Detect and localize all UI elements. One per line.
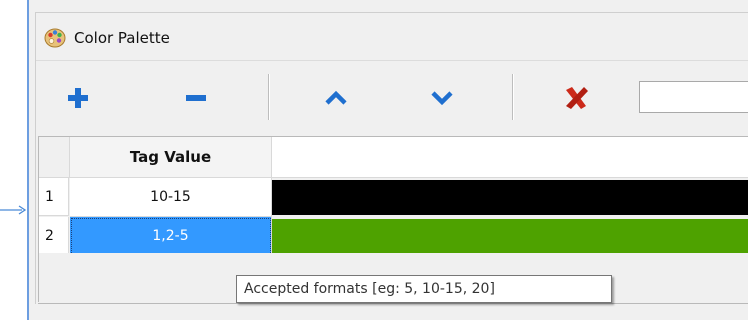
delete-button[interactable]	[556, 78, 596, 118]
move-down-button[interactable]	[422, 78, 462, 118]
color-swatch-cell[interactable]	[272, 180, 748, 215]
chevron-up-icon	[325, 90, 347, 105]
add-row-button[interactable]	[58, 78, 98, 118]
grid-corner-header	[39, 137, 70, 178]
panel-title: Color Palette	[74, 29, 170, 47]
tag-value-cell-selected[interactable]: 1,2-5	[70, 217, 272, 256]
plus-icon	[68, 88, 88, 108]
table-row[interactable]: 2 1,2-5	[39, 217, 748, 256]
column-header-color	[272, 137, 748, 178]
remove-row-button[interactable]	[176, 78, 216, 118]
chevron-down-icon	[431, 91, 453, 106]
tag-value-cell[interactable]: 10-15	[70, 178, 272, 217]
format-tooltip: Accepted formats [eg: 5, 10-15, 20]	[236, 275, 612, 303]
panel-titlebar: Color Palette	[36, 16, 748, 60]
row-number: 2	[39, 217, 69, 255]
color-swatch-cell[interactable]	[272, 219, 748, 254]
move-up-button[interactable]	[316, 78, 356, 118]
toolbar-separator	[512, 74, 513, 120]
color-palette-window: Color Palette Tag Value 1 10-15 2 1,2-5 …	[27, 0, 748, 320]
palette-icon	[44, 28, 66, 48]
minus-icon	[186, 95, 206, 101]
red-x-icon	[566, 87, 588, 109]
table-row[interactable]: 1 10-15	[39, 178, 748, 217]
toolbar	[36, 70, 748, 126]
toolbar-input[interactable]	[639, 81, 748, 113]
column-header-tag-value[interactable]: Tag Value	[70, 137, 272, 178]
toolbar-separator	[268, 74, 269, 120]
row-number: 1	[39, 178, 69, 216]
pointer-arrow-icon	[0, 205, 26, 215]
